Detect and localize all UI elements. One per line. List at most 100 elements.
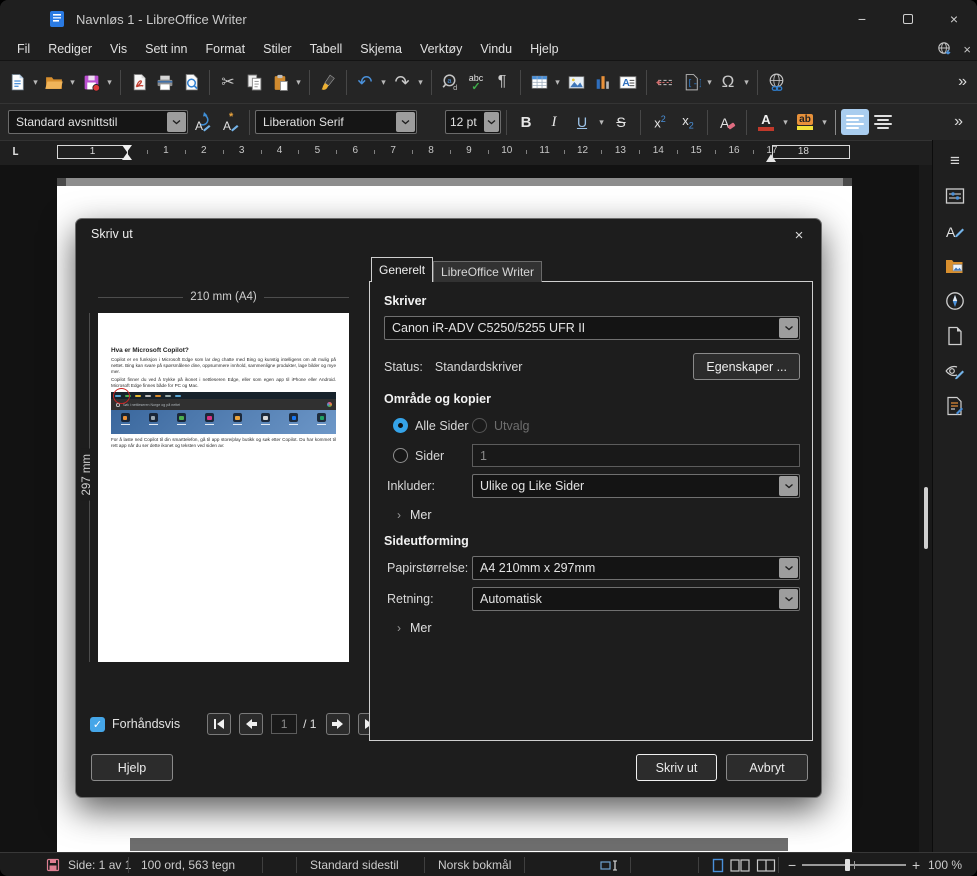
sidebar-accessibility-check-button[interactable] [942, 358, 968, 383]
underline-button[interactable]: U [568, 108, 596, 136]
menu-item[interactable]: Skjema [351, 40, 411, 58]
preview-checkbox[interactable]: ✓ [90, 717, 105, 732]
menu-item[interactable]: Format [197, 40, 255, 58]
paste-button[interactable] [267, 66, 293, 98]
orientation-combobox[interactable]: Automatisk [472, 587, 800, 611]
toolbar-overflow-button[interactable]: » [958, 73, 965, 91]
zoom-level-status[interactable]: 100 % [928, 853, 962, 876]
insert-chart-button[interactable] [589, 66, 615, 98]
zoom-out-button[interactable]: − [788, 853, 796, 876]
tab-libreoffice-writer[interactable]: LibreOffice Writer [433, 261, 542, 282]
menu-item[interactable]: Tabell [301, 40, 352, 58]
undo-dropdown-caret[interactable]: ▾ [378, 77, 389, 88]
sidebar-styles-button[interactable]: A [942, 218, 968, 243]
menu-item[interactable]: Stiler [254, 40, 300, 58]
subscript-button[interactable]: x2 [674, 108, 702, 136]
special-character-dropdown-caret[interactable]: ▾ [741, 77, 752, 88]
sidebar-navigator-button[interactable] [942, 288, 968, 313]
sidebar-properties-button[interactable] [942, 183, 968, 208]
sidebar-gallery-button[interactable] [942, 253, 968, 278]
undo-button[interactable]: ↶ [352, 66, 378, 98]
menu-item[interactable]: Rediger [39, 40, 101, 58]
close-window-button[interactable]: × [931, 0, 977, 38]
spelling-button[interactable]: abc✓ [463, 66, 489, 98]
new-document-button[interactable] [4, 66, 30, 98]
insert-field-button[interactable]: [-] [678, 66, 704, 98]
new-style-button[interactable]: *A [216, 108, 244, 136]
copy-button[interactable] [241, 66, 267, 98]
formatting-marks-button[interactable]: ¶ [489, 66, 515, 98]
find-replace-button[interactable]: ad [437, 66, 463, 98]
cut-button[interactable]: ✂ [215, 66, 241, 98]
single-page-view-button[interactable] [712, 858, 724, 873]
open-button[interactable] [41, 66, 67, 98]
word-count-status[interactable]: 100 ord, 563 tegn [141, 853, 235, 876]
font-size-dropdown[interactable] [484, 112, 499, 132]
zoom-in-button[interactable]: + [912, 853, 920, 876]
menu-item[interactable]: Fil [8, 40, 39, 58]
page-break-button[interactable] [652, 66, 678, 98]
next-page-button[interactable] [326, 713, 350, 735]
align-left-button[interactable] [841, 109, 869, 135]
hyperlink-button[interactable] [763, 66, 789, 98]
cancel-button[interactable]: Avbryt [726, 754, 808, 781]
language-globe-icon[interactable] [937, 41, 953, 57]
clear-formatting-button[interactable]: A [713, 108, 741, 136]
printer-dropdown[interactable] [779, 318, 798, 338]
printer-combobox[interactable]: Canon iR-ADV C5250/5255 UFR II [384, 316, 800, 340]
paragraph-style-dropdown[interactable] [167, 112, 186, 132]
font-name-combobox[interactable]: Liberation Serif [255, 110, 417, 134]
redo-button[interactable]: ↷ [389, 66, 415, 98]
page-count-status[interactable]: Side: 1 av 1 [68, 853, 131, 876]
minimize-button[interactable]: − [839, 0, 885, 38]
menu-item[interactable]: Vindu [471, 40, 521, 58]
selection-radio[interactable] [472, 418, 487, 433]
menu-item[interactable]: Verktøy [411, 40, 471, 58]
pages-radio[interactable] [393, 448, 408, 463]
font-name-dropdown[interactable] [396, 112, 415, 132]
vertical-scrollbar[interactable] [919, 165, 932, 852]
properties-button[interactable]: Egenskaper ... [693, 353, 800, 380]
zoom-slider-thumb[interactable] [845, 859, 850, 871]
indent-marker[interactable] [120, 144, 134, 161]
italic-button[interactable]: I [540, 108, 568, 136]
paper-size-combobox[interactable]: A4 210mm x 297mm [472, 556, 800, 580]
highlight-dropdown-caret[interactable]: ▾ [819, 117, 830, 128]
print-preview-button[interactable] [178, 66, 204, 98]
superscript-button[interactable]: x2 [646, 108, 674, 136]
book-view-button[interactable] [756, 858, 776, 873]
font-color-button[interactable]: A [752, 108, 780, 136]
export-pdf-button[interactable] [126, 66, 152, 98]
tab-general[interactable]: Generelt [371, 257, 433, 282]
close-document-button[interactable]: × [963, 42, 971, 57]
table-dropdown-caret[interactable]: ▾ [552, 77, 563, 88]
all-pages-radio[interactable] [393, 418, 408, 433]
paragraph-style-combobox[interactable]: Standard avsnittstil [8, 110, 188, 134]
field-dropdown-caret[interactable]: ▾ [704, 77, 715, 88]
sidebar-page-button[interactable] [942, 323, 968, 348]
print-dialog-close-button[interactable]: × [787, 224, 811, 246]
redo-dropdown-caret[interactable]: ▾ [415, 77, 426, 88]
pages-option[interactable]: Sider [384, 448, 472, 463]
bold-button[interactable]: B [512, 108, 540, 136]
save-status-icon[interactable] [46, 853, 60, 876]
insert-textbox-button[interactable]: A [615, 66, 641, 98]
maximize-button[interactable] [885, 0, 931, 38]
insert-table-button[interactable] [526, 66, 552, 98]
insert-image-button[interactable] [563, 66, 589, 98]
underline-dropdown-caret[interactable]: ▾ [596, 117, 607, 128]
all-pages-option[interactable]: Alle Sider [384, 418, 472, 433]
menu-item[interactable]: Sett inn [136, 40, 196, 58]
paper-size-dropdown[interactable] [779, 558, 798, 578]
tab-stop-type-button[interactable]: L [12, 145, 19, 158]
sidebar-manage-changes-button[interactable] [942, 393, 968, 418]
font-size-combobox[interactable]: 12 pt [445, 110, 501, 134]
orientation-dropdown[interactable] [779, 589, 798, 609]
include-combobox[interactable]: Ulike og Like Sider [472, 474, 800, 498]
language-status[interactable]: Norsk bokmål [438, 853, 511, 876]
insert-mode-icon[interactable] [600, 853, 622, 876]
special-character-button[interactable]: Ω [715, 66, 741, 98]
save-dropdown-caret[interactable]: ▾ [104, 77, 115, 88]
horizontal-ruler[interactable]: L 1 1234567891011121314151617 18 [0, 140, 977, 165]
multi-page-view-button[interactable] [730, 858, 750, 873]
